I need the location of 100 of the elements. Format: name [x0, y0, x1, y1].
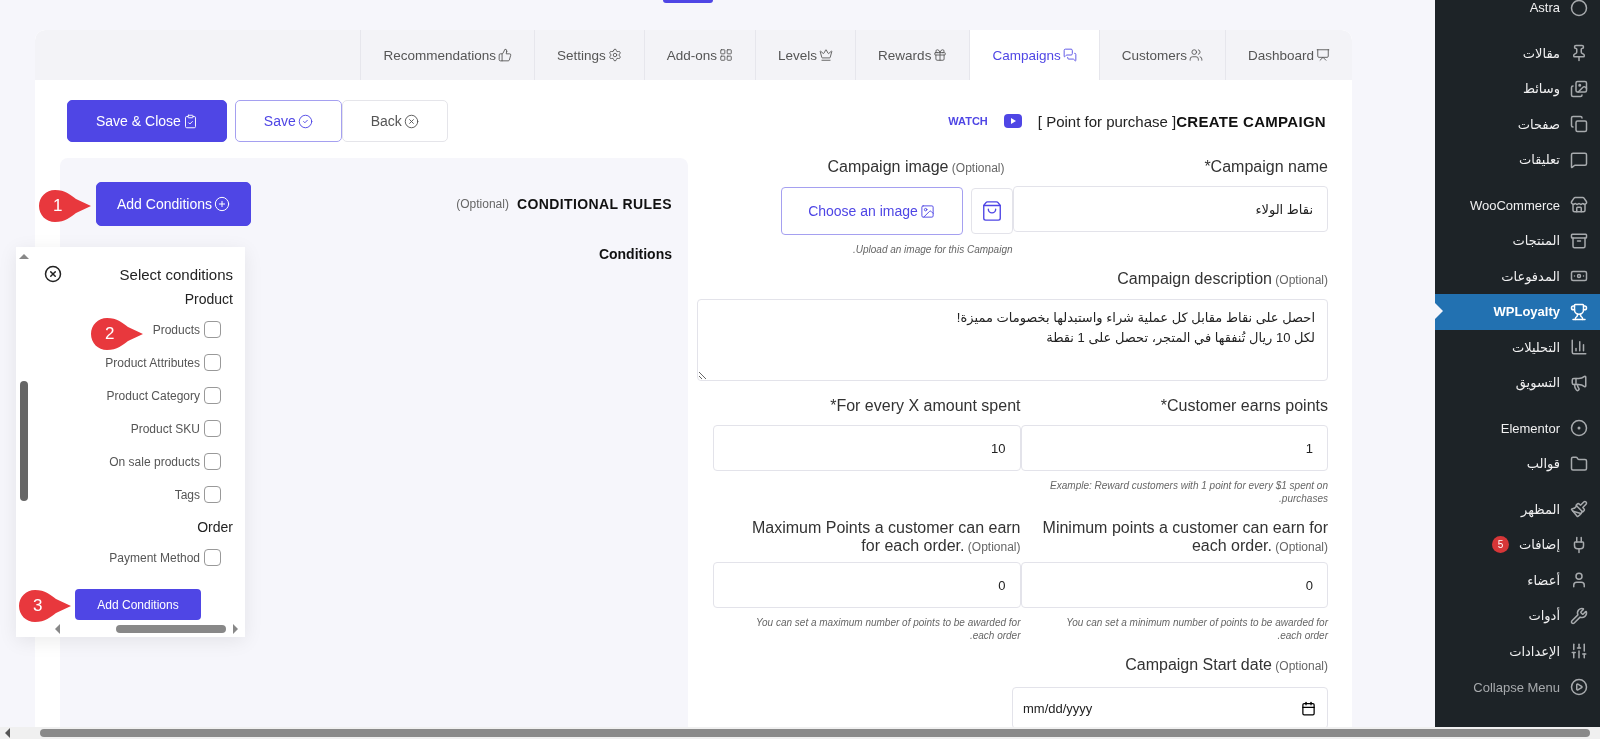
- field-label: Campaign Start date (Optional): [1124, 656, 1328, 675]
- megaphone-icon: [1570, 373, 1588, 392]
- campaign-type: [ Point for purchase ]: [1037, 112, 1177, 130]
- wrench-icon: [1570, 606, 1588, 625]
- gift-icon: [933, 48, 948, 62]
- grid-icon: [719, 48, 734, 62]
- number-field[interactable]: 0: [713, 562, 1021, 608]
- menu-item[interactable]: WooCommerce: [1435, 187, 1600, 223]
- add-conditions-button[interactable]: Add Conditions: [75, 589, 201, 620]
- users-icon: [1188, 48, 1203, 62]
- field-label: Minimum points a customer can earn for each order. (Optional): [1041, 519, 1328, 556]
- pin-icon: [1570, 44, 1588, 63]
- back-button[interactable]: Back: [341, 100, 448, 142]
- shopping-bag-icon: [980, 200, 1003, 222]
- menu-item[interactable]: Astra: [1435, 0, 1600, 26]
- crown-icon: [819, 48, 834, 62]
- field-label: *Campaign name: [1203, 158, 1328, 176]
- menu-item[interactable]: Elementor: [1435, 410, 1600, 446]
- checkbox[interactable]: [204, 321, 221, 338]
- collapse-menu-button[interactable]: Collapse Menu: [1435, 669, 1600, 705]
- tab[interactable]: Dashboard: [1224, 30, 1352, 80]
- group-heading: Product: [184, 291, 233, 307]
- field-label: *Customer earns points: [1159, 397, 1328, 415]
- popup-title: Select conditions: [119, 265, 233, 283]
- checkbox[interactable]: [204, 549, 221, 566]
- scrollbar-thumb[interactable]: [116, 625, 226, 633]
- chat-icon: [1062, 48, 1077, 62]
- scrollbar-thumb[interactable]: [20, 381, 28, 501]
- number-field[interactable]: 10: [713, 425, 1021, 471]
- tab[interactable]: Recommendations: [360, 30, 534, 80]
- step-marker: 2: [90, 317, 144, 351]
- tab[interactable]: Settings: [534, 30, 644, 80]
- save-close-button[interactable]: Save & Close: [67, 100, 227, 142]
- optional-label: (Optional): [456, 197, 509, 211]
- settings-icon: [607, 48, 622, 62]
- option-label: Product Attributes: [105, 355, 200, 370]
- tab[interactable]: Add-ons: [643, 30, 756, 80]
- user-icon: [1570, 571, 1588, 590]
- tab[interactable]: Levels: [755, 30, 856, 80]
- option-label: On sale products: [109, 454, 200, 469]
- checkbox[interactable]: [204, 387, 221, 404]
- menu-item[interactable]: مقالات: [1435, 35, 1600, 71]
- checkbox[interactable]: [204, 420, 221, 437]
- number-field[interactable]: 0: [1020, 562, 1328, 608]
- watch-link[interactable]: WATCH: [948, 115, 988, 127]
- hint-text: You can set a maximum number of points to be awarded for .each order: [754, 616, 1021, 642]
- field-label: Campaign description (Optional): [1116, 270, 1328, 289]
- circle-icon: [1570, 419, 1588, 438]
- thumbs-up-icon: [498, 48, 512, 62]
- menu-item[interactable]: الإعدادات: [1435, 633, 1600, 669]
- menu-item[interactable]: المنتجات: [1435, 223, 1600, 259]
- tab[interactable]: Campaigns: [969, 30, 1099, 80]
- option-label: Tags: [174, 487, 200, 502]
- section-title: CONDITIONAL RULES: [516, 196, 672, 212]
- menu-item[interactable]: أعضاء: [1435, 562, 1600, 598]
- number-field[interactable]: 1: [1020, 425, 1328, 471]
- menu-item[interactable]: تعليقات: [1435, 142, 1600, 178]
- field-label: Maximum Points a customer can earn for each order. (Optional): [750, 519, 1021, 556]
- bar-chart-icon: [1570, 338, 1588, 357]
- plus-circle-icon: [213, 196, 230, 212]
- button-edge[interactable]: [663, 0, 713, 3]
- date-field[interactable]: mm/dd/yyyy: [1012, 687, 1328, 729]
- menu-item[interactable]: أدوات: [1435, 598, 1600, 634]
- menu-item[interactable]: صفحات: [1435, 106, 1600, 142]
- conditions-label: Conditions: [597, 246, 672, 262]
- field-label: *For every X amount spent: [829, 397, 1021, 415]
- menu-item[interactable]: التسويق: [1435, 365, 1600, 401]
- choose-image-button[interactable]: Choose an image: [780, 187, 963, 235]
- checkbox[interactable]: [204, 486, 221, 503]
- trophy-icon: [1570, 302, 1588, 321]
- add-conditions-button[interactable]: Add Conditions: [96, 182, 251, 226]
- menu-item[interactable]: WPLoyalty: [1435, 294, 1600, 330]
- field-label: Campaign image (Optional): [826, 158, 1005, 177]
- menu-item[interactable]: قوالب: [1435, 446, 1600, 482]
- menu-item[interactable]: وسائط: [1435, 71, 1600, 107]
- image-icon: [919, 203, 935, 219]
- archive-icon: [1570, 231, 1588, 250]
- comment-icon: [1570, 150, 1588, 169]
- folder-icon: [1570, 454, 1588, 473]
- menu-item[interactable]: المدفوعات: [1435, 258, 1600, 294]
- menu-item[interactable]: المظهر: [1435, 491, 1600, 527]
- media-icon: [1570, 79, 1588, 98]
- menu-item[interactable]: التحليلات: [1435, 329, 1600, 365]
- checkbox[interactable]: [204, 453, 221, 470]
- brush-icon: [1570, 500, 1588, 519]
- close-icon[interactable]: [44, 265, 62, 283]
- tab[interactable]: Customers: [1098, 30, 1225, 80]
- count-badge: 5: [1491, 536, 1509, 554]
- presentation-icon: [1316, 48, 1330, 62]
- pages-icon: [1570, 115, 1588, 134]
- video-icon: [1003, 114, 1022, 128]
- campaign-name-field[interactable]: نقاط الولاء: [1012, 186, 1328, 232]
- check-circle-icon: [297, 113, 313, 129]
- scrollbar-thumb[interactable]: [40, 729, 1590, 737]
- description-field[interactable]: احصل على نقاط مقابل كل عملية شراء واستبدلها بخصومات مميزة! لكل 10 ريال تُنفقها في المتجر، تحصل على 1 نقطة: [697, 299, 1328, 381]
- checkbox[interactable]: [204, 354, 221, 371]
- play-circle-icon: [1570, 678, 1588, 696]
- save-button[interactable]: Save: [234, 100, 342, 142]
- store-icon: [1570, 196, 1588, 215]
- option-label: Payment Method: [109, 550, 200, 565]
